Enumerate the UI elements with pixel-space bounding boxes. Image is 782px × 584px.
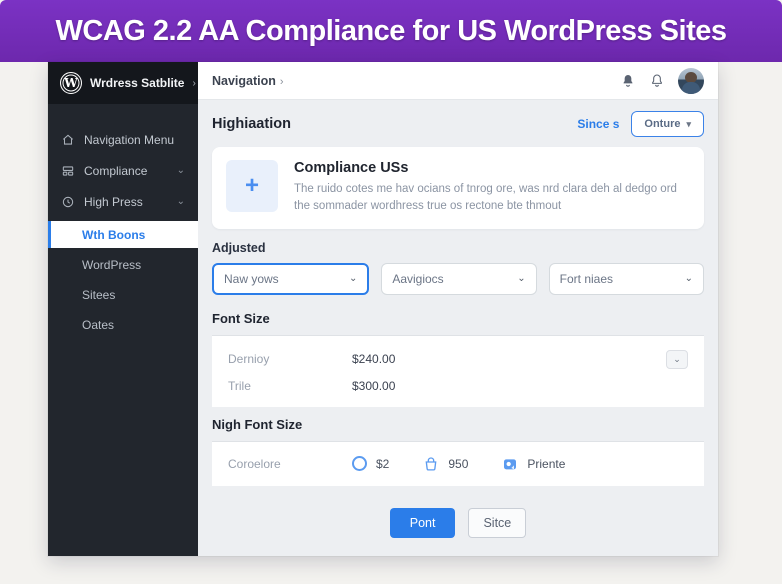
chevron-down-icon: ▾ (686, 118, 691, 129)
radio-circle-icon[interactable] (352, 456, 367, 471)
clock-icon (62, 196, 74, 207)
filter-button-label: Onture (644, 118, 681, 130)
logo-arrow-icon: › (192, 77, 196, 89)
font-size-panel: Dernioy $240.00 ⌄ Trile $300.00 (212, 335, 704, 407)
chevron-down-icon: ⌄ (684, 273, 693, 284)
sidebar-item-high-press[interactable]: High Press ⌄ (48, 186, 198, 217)
dropdown-naw-yows[interactable]: Naw yows ⌄ (212, 262, 370, 295)
sidebar-subitem-label: WordPress (82, 258, 142, 272)
dropdown-value: Naw yows (224, 271, 279, 286)
sidebar-logo[interactable]: W Wrdress Satblite › (48, 62, 198, 104)
wordpress-logo-icon: W (60, 72, 82, 94)
sidebar-subitem-sitees[interactable]: Sitees (48, 282, 198, 308)
grid-icon (62, 165, 74, 176)
topbar: Navigation › (198, 62, 718, 100)
nigh-font-size-section-title: Nigh Font Size (212, 417, 704, 442)
sitce-button[interactable]: Sitce (468, 507, 527, 538)
topbar-right (620, 67, 704, 94)
table-row: Coroelore $2 950 Priente (212, 451, 704, 477)
notification-bell-outline-icon[interactable] (649, 73, 665, 89)
row-label: Dernioy (228, 352, 270, 366)
stat-value: Priente (527, 456, 566, 471)
image-icon (504, 458, 517, 469)
sidebar-subitem-wth-boons[interactable]: Wth Boons (48, 221, 198, 248)
stat-price: $2 (352, 456, 389, 471)
row-value: $240.00 (352, 352, 396, 366)
sidebar-subitem-label: Wth Boons (82, 227, 146, 242)
row-value: $300.00 (352, 378, 396, 393)
chevron-down-icon: ⌄ (673, 353, 681, 364)
row-label: Trile (228, 378, 251, 393)
table-row: Dernioy $240.00 ⌄ (212, 345, 704, 374)
notification-bell-filled-icon[interactable] (620, 73, 636, 89)
main-area: Navigation › Highiaation Since s Onture ▾ (198, 62, 718, 556)
user-avatar[interactable] (678, 67, 704, 94)
adjusted-label: Adjusted (212, 240, 266, 255)
chevron-down-icon: ⌄ (348, 273, 358, 284)
card-title: Compliance USs (294, 160, 409, 176)
pont-button[interactable]: Pont (389, 507, 456, 538)
dropdown-row: Naw yows ⌄ Aavigiocs ⌄ Fort niaes ⌄ (212, 262, 704, 295)
font-size-section-title: Font Size (212, 311, 704, 336)
row-expand-button[interactable]: ⌄ (666, 349, 688, 369)
row-label: Coroelore (228, 456, 281, 471)
app-window: W Wrdress Satblite › Navigation Menu Com… (48, 62, 718, 556)
sidebar-item-label: High Press (84, 194, 143, 209)
sidebar: W Wrdress Satblite › Navigation Menu Com… (48, 62, 198, 556)
sidebar-subitem-oates[interactable]: Oates (48, 312, 198, 338)
table-row: Trile $300.00 (212, 374, 704, 398)
card-body: Compliance USs The ruido cotes me hav oc… (294, 160, 690, 216)
page-banner: WCAG 2.2 AA Compliance for US WordPress … (0, 0, 782, 62)
chevron-down-icon: ⌄ (176, 196, 185, 207)
banner-title: WCAG 2.2 AA Compliance for US WordPress … (55, 14, 727, 47)
bag-icon (425, 456, 437, 471)
stat-priente: Priente (502, 456, 565, 472)
footer-actions: Pont Sitce (212, 507, 704, 538)
dropdown-value: Fort niaes (559, 271, 614, 286)
stat-count: 950 (423, 456, 468, 472)
compliance-info-card: + Compliance USs The ruido cotes me hav … (212, 147, 704, 229)
sidebar-item-navigation-menu[interactable]: Navigation Menu (48, 124, 198, 155)
chevron-down-icon: ⌄ (176, 165, 185, 176)
dropdown-aavigiocs[interactable]: Aavigiocs ⌄ (381, 262, 537, 295)
sidebar-menu: Navigation Menu Compliance ⌄ High Press … (48, 104, 198, 338)
onture-filter-button[interactable]: Onture ▾ (631, 111, 704, 137)
sidebar-item-compliance[interactable]: Compliance ⌄ (48, 155, 198, 186)
sidebar-item-label: Navigation Menu (84, 132, 175, 147)
breadcrumb[interactable]: Navigation › (212, 74, 284, 88)
sidebar-subitem-label: Sitees (82, 288, 116, 302)
sidebar-subitem-wordpress[interactable]: WordPress (48, 252, 198, 278)
plus-icon: + (226, 160, 278, 212)
dropdown-value: Aavigiocs (392, 271, 444, 286)
since-link[interactable]: Since s (577, 117, 619, 131)
stat-value: $2 (376, 456, 390, 471)
card-description: The ruido cotes me hav ocians of tnrog o… (294, 183, 677, 213)
logo-text: Wrdress Satblite (90, 76, 185, 90)
page-title: Highiaation (212, 116, 291, 132)
breadcrumb-arrow-icon: › (279, 75, 284, 88)
content: Highiaation Since s Onture ▾ + Complianc… (198, 100, 718, 556)
stat-value: 950 (448, 456, 469, 471)
dropdown-fort-niaes[interactable]: Fort niaes ⌄ (548, 262, 704, 295)
sidebar-subitem-label: Oates (82, 318, 115, 332)
home-icon (62, 134, 74, 145)
nigh-font-size-panel: Coroelore $2 950 Priente (212, 441, 704, 486)
sidebar-item-label: Compliance (84, 163, 148, 178)
chevron-down-icon: ⌄ (517, 273, 526, 284)
breadcrumb-label: Navigation (212, 73, 276, 88)
page-header-actions: Since s Onture ▾ (577, 111, 704, 137)
stats-group: $2 950 Priente (352, 456, 565, 472)
page-header: Highiaation Since s Onture ▾ (212, 111, 704, 137)
